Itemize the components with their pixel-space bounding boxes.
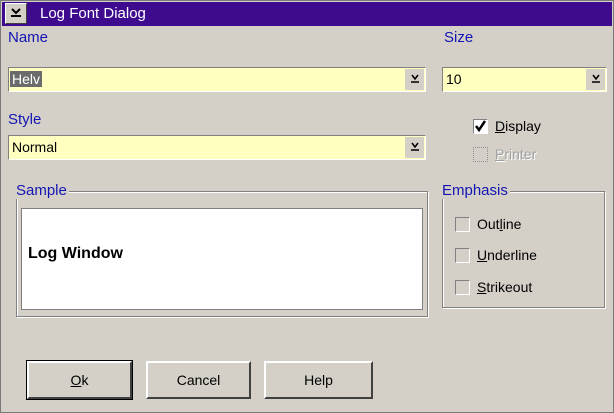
underline-checkbox[interactable]: Underline [455,247,585,267]
help-button[interactable]: Help [264,361,373,399]
chevron-down-icon [591,74,600,83]
name-value: Helv [10,71,43,87]
sample-text: Log Window [28,245,123,262]
printer-checkbox-box[interactable] [473,147,488,162]
strikeout-checkbox[interactable]: Strikeout [455,279,585,299]
emphasis-legend: Emphasis [442,182,510,199]
outline-label: Outline [477,216,522,232]
ok-button[interactable]: Ok [26,360,133,400]
chevron-down-icon [410,142,419,151]
checkmark-icon [475,120,487,133]
cancel-button[interactable]: Cancel [146,361,251,399]
window-title: Log Font Dialog [40,5,146,22]
size-value: 10 [446,71,462,87]
outline-checkbox[interactable]: Outline [455,216,585,236]
display-checkbox[interactable]: Display [473,118,573,138]
sample-preview: Log Window [21,208,423,310]
log-font-dialog: Log Font Dialog Name Helv Size 10 Style … [0,0,614,413]
strikeout-label: Strikeout [477,279,533,295]
style-dropdown-button[interactable] [405,137,424,158]
size-combobox[interactable]: 10 [442,67,607,92]
style-label: Style [8,111,42,128]
style-value: Normal [12,139,58,155]
printer-label: Printer [495,146,537,162]
printer-checkbox[interactable]: Printer [473,146,573,166]
size-dropdown-button[interactable] [586,69,605,90]
name-dropdown-button[interactable] [405,69,424,90]
emphasis-group: Emphasis Outline Underline Strikeout [442,182,605,308]
display-checkbox-box[interactable] [473,119,488,134]
sample-group: Sample Log Window [16,182,428,317]
name-combobox[interactable]: Helv [8,67,426,92]
chevron-down-icon [410,74,419,83]
sample-legend: Sample [16,182,69,199]
outline-checkbox-box[interactable] [455,217,470,232]
underline-label: Underline [477,247,537,263]
name-label: Name [8,29,49,46]
display-label: Display [495,118,541,134]
title-bar: Log Font Dialog [2,2,612,26]
size-label: Size [444,29,474,46]
underline-checkbox-box[interactable] [455,248,470,263]
system-menu-button[interactable] [5,3,27,24]
style-combobox[interactable]: Normal [8,135,426,160]
strikeout-checkbox-box[interactable] [455,280,470,295]
system-menu-icon [11,8,21,17]
